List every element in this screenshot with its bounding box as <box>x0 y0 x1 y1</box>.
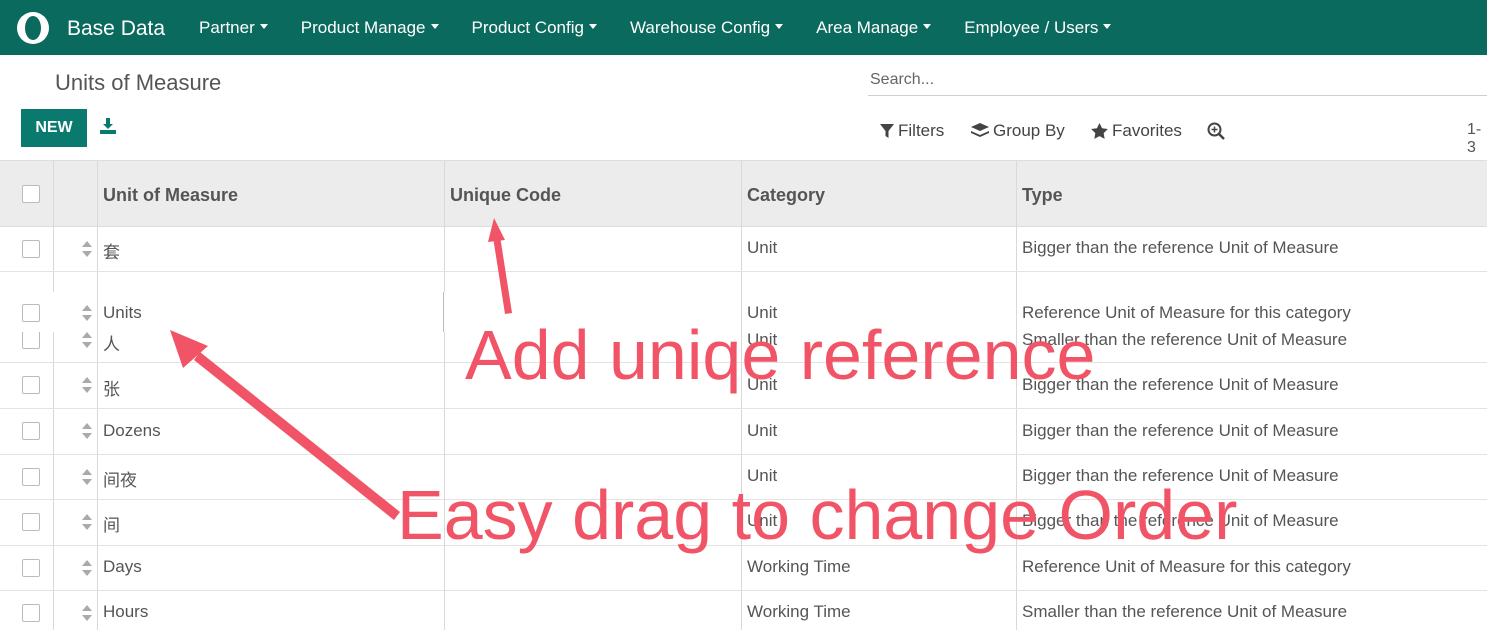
cell-unit: Units <box>103 303 142 322</box>
column-divider <box>443 292 444 332</box>
download-icon[interactable] <box>99 117 117 135</box>
cell-unit: 间 <box>103 516 120 535</box>
cell-type: Smaller than the reference Unit of Measu… <box>1022 602 1348 621</box>
row-checkbox[interactable] <box>22 376 40 394</box>
column-header-type[interactable]: Type <box>1022 185 1063 206</box>
new-button[interactable]: NEW <box>21 109 87 147</box>
column-header-unit[interactable]: Unit of Measure <box>103 185 238 206</box>
pager-value[interactable]: 1-3 <box>1467 121 1487 157</box>
cell-category: Unit <box>747 238 778 257</box>
table-header: Unit of Measure Unique Code Category Typ… <box>0 160 1487 227</box>
table-row[interactable]: Dozens Unit Bigger than the reference Un… <box>0 408 1487 455</box>
menu-product-config[interactable]: Product Config <box>472 18 597 38</box>
caret-down-icon <box>259 24 268 30</box>
page-title: Units of Measure <box>55 70 222 95</box>
cell-unit: Hours <box>103 602 149 621</box>
cell-unit: 人 <box>103 335 120 354</box>
cell-category: Unit <box>747 421 778 440</box>
group-by-label: Group By <box>993 121 1065 140</box>
row-checkbox[interactable] <box>22 331 40 349</box>
drag-handle-icon[interactable] <box>82 332 92 348</box>
column-divider <box>97 292 98 332</box>
drag-handle-icon[interactable] <box>82 469 92 485</box>
layers-icon <box>971 123 989 137</box>
menu-warehouse-config[interactable]: Warehouse Config <box>630 18 784 38</box>
annotation-drag-order: Easy drag to change Order <box>397 476 1238 554</box>
cell-category: Working Time <box>747 602 851 621</box>
table-row[interactable]: Hours Working Time Smaller than the refe… <box>0 590 1487 630</box>
menu-area-manage[interactable]: Area Manage <box>816 18 932 38</box>
column-header-unique-code[interactable]: Unique Code <box>450 185 561 206</box>
caret-down-icon <box>430 24 439 30</box>
row-divider <box>0 271 1487 272</box>
annotation-unique-reference: Add uniqe reference <box>465 316 1096 394</box>
row-checkbox[interactable] <box>22 304 40 322</box>
cell-unit: 张 <box>103 380 120 399</box>
caret-down-icon <box>775 24 784 30</box>
drag-handle-icon[interactable] <box>82 377 92 393</box>
filters-label: Filters <box>898 121 945 140</box>
cell-unit: 间夜 <box>103 471 137 490</box>
row-checkbox[interactable] <box>22 604 40 622</box>
row-checkbox[interactable] <box>22 468 40 486</box>
cell-unit: 套 <box>103 243 120 262</box>
filters-button[interactable]: Filters <box>880 121 944 141</box>
cell-type: Reference Unit of Measure for this categ… <box>1022 557 1351 576</box>
column-divider <box>1016 161 1017 226</box>
drag-handle-icon[interactable] <box>82 560 92 576</box>
row-checkbox[interactable] <box>22 240 40 258</box>
column-header-category[interactable]: Category <box>747 185 825 206</box>
column-divider <box>97 161 98 226</box>
search-input[interactable] <box>868 64 1487 96</box>
row-checkbox[interactable] <box>22 513 40 531</box>
cell-type: Bigger than the reference Unit of Measur… <box>1022 421 1339 440</box>
drag-handle-icon[interactable] <box>82 241 92 257</box>
menu-employee-users[interactable]: Employee / Users <box>964 18 1112 38</box>
drag-handle-icon[interactable] <box>82 423 92 439</box>
select-all-checkbox[interactable] <box>22 185 40 203</box>
star-icon <box>1091 123 1108 139</box>
row-checkbox[interactable] <box>22 422 40 440</box>
main-menu: Partner Product Manage Product Config Wa… <box>199 18 1144 38</box>
filter-icon <box>880 124 894 138</box>
row-checkbox[interactable] <box>22 559 40 577</box>
menu-partner[interactable]: Partner <box>199 18 268 38</box>
favorites-label: Favorites <box>1112 121 1182 140</box>
app-name[interactable]: Base Data <box>67 17 165 41</box>
caret-down-icon <box>923 24 932 30</box>
caret-down-icon <box>588 24 597 30</box>
column-divider <box>53 161 54 226</box>
caret-down-icon <box>1103 24 1112 30</box>
top-navbar: Base Data Partner Product Manage Product… <box>0 0 1487 55</box>
zoom-icon[interactable] <box>1207 122 1225 140</box>
column-divider <box>444 161 445 226</box>
table-row[interactable]: 套 Unit Bigger than the reference Unit of… <box>0 226 1487 272</box>
cell-type: Bigger than the reference Unit of Measur… <box>1022 238 1339 257</box>
favorites-button[interactable]: Favorites <box>1091 121 1182 141</box>
drag-handle-icon[interactable] <box>82 514 92 530</box>
menu-product-manage[interactable]: Product Manage <box>301 18 439 38</box>
drag-handle-icon[interactable] <box>82 305 92 321</box>
cell-category: Working Time <box>747 557 851 576</box>
column-divider <box>741 161 742 226</box>
drag-handle-icon[interactable] <box>82 605 92 621</box>
app-logo-icon[interactable] <box>16 11 50 45</box>
cell-unit: Dozens <box>103 421 161 440</box>
group-by-button[interactable]: Group By <box>971 121 1065 141</box>
cell-unit: Days <box>103 557 142 576</box>
